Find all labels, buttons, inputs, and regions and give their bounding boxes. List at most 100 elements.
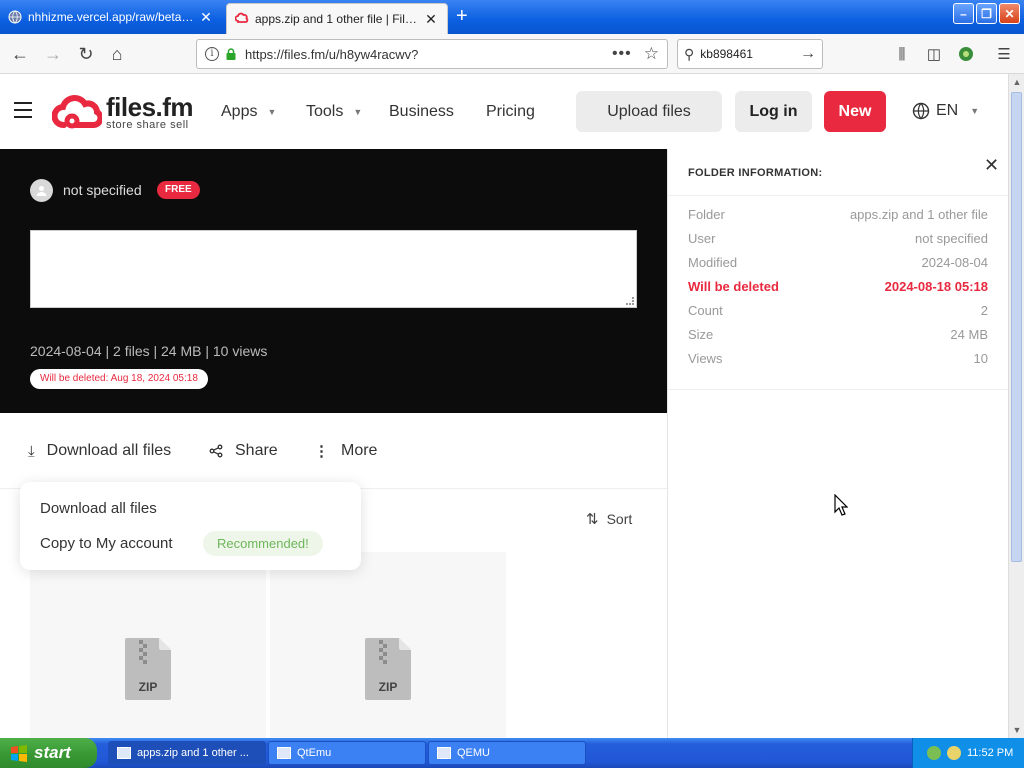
- taskbar-item-qtemu[interactable]: QtEmu: [268, 741, 426, 765]
- info-row-views: Views 10: [688, 351, 988, 366]
- network-icon[interactable]: [927, 746, 941, 760]
- tab-title: nhhizme.vercel.app/raw/betas.txt: [28, 10, 198, 24]
- clock: 11:52 PM: [967, 747, 1014, 759]
- scroll-down-icon[interactable]: ▼: [1009, 722, 1024, 738]
- mouse-cursor-icon: [834, 494, 848, 516]
- extension-icon[interactable]: [956, 44, 976, 64]
- folder-info-panel: FOLDER INFORMATION: ✕ Folder apps.zip an…: [667, 149, 1008, 738]
- deletion-notice: Will be deleted: Aug 18, 2024 05:18: [30, 369, 208, 389]
- file-card[interactable]: ZIP: [30, 552, 266, 738]
- taskbar-item-browser[interactable]: apps.zip and 1 other ...: [108, 741, 266, 765]
- login-button[interactable]: Log in: [735, 91, 812, 132]
- zip-file-icon: ZIP: [123, 636, 173, 702]
- info-row-size: Size 24 MB: [688, 327, 988, 342]
- language-selector[interactable]: EN ▼: [912, 102, 979, 120]
- info-label: Size: [688, 327, 714, 342]
- file-type-label: ZIP: [138, 680, 158, 694]
- site-info-icon[interactable]: i: [205, 47, 219, 61]
- folder-meta: 2024-08-04 | 2 files | 24 MB | 10 views: [30, 343, 268, 359]
- browser-tab-strip: nhhizme.vercel.app/raw/betas.txt ✕ apps.…: [0, 0, 1024, 34]
- chevron-down-icon: ▼: [267, 107, 277, 117]
- menu-pricing[interactable]: Pricing: [486, 103, 535, 121]
- sort-label: Sort: [606, 511, 633, 527]
- back-arrow-icon[interactable]: ←: [8, 42, 32, 66]
- address-bar[interactable]: i https://files.fm/u/h8yw4racwv? ••• ☆: [196, 39, 668, 69]
- browser-nav-bar: ← → ↻ ⌂ i https://files.fm/u/h8yw4racwv?…: [0, 34, 1024, 74]
- info-value: not specified: [915, 231, 988, 246]
- dropdown-copy-to-account[interactable]: Copy to My account: [40, 535, 173, 552]
- chevron-down-icon: ▼: [353, 107, 363, 117]
- sidebar-icon[interactable]: ◫: [924, 44, 944, 64]
- info-row-modified: Modified 2024-08-04: [688, 255, 988, 270]
- info-row-user: User not specified: [688, 231, 988, 246]
- menu-apps[interactable]: Apps ▼: [221, 103, 276, 121]
- action-label: Share: [235, 442, 278, 459]
- recommended-badge: Recommended!: [203, 531, 323, 556]
- tab-close-icon[interactable]: ✕: [198, 9, 214, 26]
- browser-tab-filesfm[interactable]: apps.zip and 1 other file | Files.fm ✕: [226, 3, 448, 34]
- info-row-deletion: Will be deleted 2024-08-18 05:18: [688, 279, 988, 294]
- close-window-icon[interactable]: ✕: [999, 3, 1020, 24]
- info-row-folder: Folder apps.zip and 1 other file: [688, 207, 988, 222]
- more-button[interactable]: ⋮ More: [314, 442, 377, 460]
- menu-icon[interactable]: [14, 102, 32, 118]
- search-go-arrow-icon[interactable]: →: [800, 45, 816, 63]
- start-label: start: [34, 743, 71, 762]
- info-label: Folder: [688, 207, 725, 222]
- resize-grip-icon[interactable]: [626, 297, 634, 305]
- bookmark-star-icon[interactable]: ☆: [644, 44, 659, 64]
- menu-label: Apps: [221, 103, 258, 120]
- reload-icon[interactable]: ↻: [74, 42, 98, 66]
- menu-tools[interactable]: Tools ▼: [306, 103, 362, 121]
- tab-close-icon[interactable]: ✕: [423, 11, 439, 28]
- download-icon: ⤓: [28, 442, 35, 460]
- info-value: 2: [980, 303, 988, 318]
- description-field[interactable]: [30, 230, 637, 308]
- info-label: Will be deleted: [688, 279, 779, 294]
- plan-badge: FREE: [157, 181, 200, 199]
- minimize-icon[interactable]: –: [953, 3, 974, 24]
- info-value: 2024-08-18 05:18: [884, 279, 988, 294]
- search-icon: ⚲: [684, 45, 695, 62]
- menu-label: Pricing: [486, 103, 535, 120]
- upload-files-button[interactable]: Upload files: [576, 91, 722, 132]
- info-label: Modified: [688, 255, 738, 270]
- close-icon[interactable]: ✕: [984, 155, 999, 176]
- owner-name[interactable]: not specified: [63, 182, 142, 198]
- system-tray: 11:52 PM: [912, 738, 1024, 768]
- info-row-count: Count 2: [688, 303, 988, 318]
- forward-arrow-icon[interactable]: →: [41, 42, 65, 66]
- taskbar-item-qemu[interactable]: QEMU: [428, 741, 586, 765]
- menu-business[interactable]: Business: [389, 103, 454, 121]
- library-icon[interactable]: ⫼: [892, 44, 912, 64]
- browser-tab-betas[interactable]: nhhizme.vercel.app/raw/betas.txt ✕: [0, 2, 222, 32]
- share-button[interactable]: Share: [209, 442, 278, 460]
- scroll-thumb[interactable]: [1011, 92, 1022, 562]
- brand-tagline: store share sell: [106, 119, 189, 131]
- sort-button[interactable]: ⇅ Sort: [586, 510, 632, 528]
- window-controls: – ❐ ✕: [953, 3, 1020, 24]
- sort-arrows-icon: ⇅: [586, 511, 599, 528]
- window-icon: [117, 747, 131, 759]
- restore-icon[interactable]: ❐: [976, 3, 997, 24]
- page-actions-icon[interactable]: •••: [612, 45, 632, 63]
- hamburger-menu-icon[interactable]: ☰: [994, 44, 1014, 64]
- start-button[interactable]: start: [0, 738, 97, 768]
- search-box[interactable]: ⚲ kb898461 →: [677, 39, 823, 69]
- action-label: More: [341, 442, 378, 459]
- scroll-up-icon[interactable]: ▲: [1009, 74, 1024, 90]
- file-card[interactable]: ZIP: [270, 552, 506, 738]
- page-scrollbar[interactable]: ▲ ▼: [1008, 74, 1024, 738]
- home-icon[interactable]: ⌂: [105, 42, 129, 66]
- divider: [668, 195, 1008, 196]
- info-label: Count: [688, 303, 723, 318]
- globe-icon: [912, 102, 930, 120]
- volume-icon[interactable]: [947, 746, 961, 760]
- filesfm-logo[interactable]: files.fm store share sell: [52, 94, 194, 131]
- avatar: [30, 179, 53, 202]
- new-tab-icon[interactable]: +: [456, 6, 468, 26]
- dropdown-download-all[interactable]: Download all files: [40, 500, 157, 517]
- new-button[interactable]: New: [824, 91, 886, 132]
- search-query: kb898461: [700, 47, 753, 61]
- download-all-button[interactable]: ⤓ Download all files: [28, 442, 171, 460]
